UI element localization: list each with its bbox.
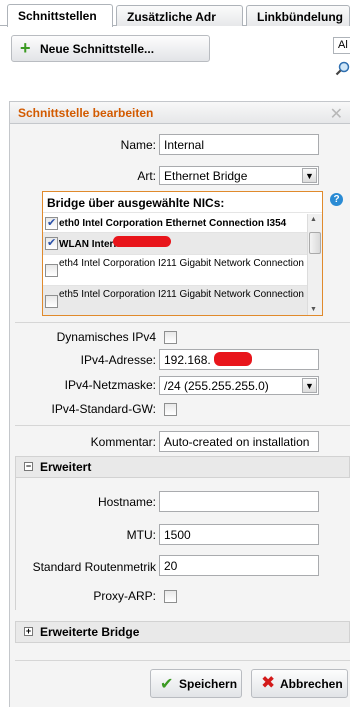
divider [15, 425, 350, 426]
nic-label: eth4 Intel Corporation I211 Gigabit Netw… [59, 258, 304, 269]
route-metric-field[interactable]: 20 [159, 555, 319, 576]
redaction-mark [113, 236, 171, 247]
ipv4-gw-checkbox[interactable] [164, 403, 177, 416]
filter-select-stub[interactable]: Al [333, 37, 350, 54]
filter-select-text: Al [338, 39, 348, 51]
redaction-mark [214, 352, 252, 366]
chevron-down-icon: ▼ [302, 378, 317, 393]
checkmark-icon: ✔ [160, 676, 174, 693]
scroll-down-icon[interactable]: ▼ [310, 306, 317, 313]
nic-list: Bridge über ausgewählte NICs: eth0 Intel… [42, 191, 323, 316]
nic-checkbox[interactable] [45, 295, 58, 308]
route-metric-label: Standard Routenmetrik [32, 560, 156, 574]
nic-list-header: Bridge über ausgewählte NICs: [43, 192, 322, 213]
nic-list-scrollbar[interactable]: ▲ ▼ [307, 214, 322, 315]
expand-icon[interactable]: + [24, 627, 33, 636]
divider [15, 660, 350, 661]
nic-label: eth0 Intel Corporation Ethernet Connecti… [59, 218, 287, 229]
close-icon: ✖ [261, 673, 276, 692]
ipv4-netmask-label: IPv4-Netzmaske: [64, 378, 156, 392]
advanced-bridge-section-title: Erweiterte Bridge [40, 625, 140, 639]
ipv4-address-value: 192.168. [164, 353, 211, 367]
save-button[interactable]: ✔ Speichern [150, 669, 242, 698]
nic-checkbox[interactable] [45, 264, 58, 277]
list-item[interactable]: eth0 Intel Corporation Ethernet Connecti… [43, 214, 307, 233]
collapse-icon[interactable]: − [24, 462, 33, 471]
mtu-label: MTU: [126, 528, 156, 542]
tab-label: Linkbündelung [257, 10, 343, 24]
divider [15, 322, 350, 323]
tab-label: Zusätzliche Adr [127, 10, 216, 24]
tab-zusaetzliche-adressen[interactable]: Zusätzliche Adr [116, 5, 243, 26]
advanced-section-title: Erweitert [40, 460, 92, 474]
plus-icon: + [20, 38, 31, 58]
chevron-down-icon: ▼ [302, 168, 317, 183]
type-label: Art: [137, 169, 156, 183]
hostname-label: Hostname: [97, 495, 156, 509]
proxy-arp-label: Proxy-ARP: [93, 589, 156, 603]
cancel-button[interactable]: ✖ Abbrechen [251, 669, 348, 698]
name-field[interactable]: Internal [159, 134, 319, 155]
ipv4-netmask-value: /24 (255.255.255.0) [164, 379, 269, 393]
comment-field[interactable]: Auto-created on installation [159, 431, 319, 452]
nic-checkbox[interactable] [45, 236, 58, 250]
ipv4-netmask-select[interactable]: /24 (255.255.255.0) ▼ [159, 376, 319, 395]
help-icon[interactable]: ? [330, 193, 343, 206]
dialog-title: Schnittstelle bearbeiten [18, 106, 154, 120]
ipv4-address-label: IPv4-Adresse: [80, 353, 156, 367]
nic-label: WLAN Intern [59, 239, 120, 250]
new-interface-label: Neue Schnittstelle... [40, 42, 155, 56]
list-item[interactable]: eth5 Intel Corporation I211 Gigabit Netw… [43, 286, 307, 315]
type-select[interactable]: Ethernet Bridge ▼ [159, 166, 319, 185]
search-icon[interactable] [335, 61, 350, 76]
cancel-label: Abbrechen [280, 677, 343, 691]
scrollbar-thumb[interactable] [309, 232, 321, 254]
nic-label: eth5 Intel Corporation I211 Gigabit Netw… [59, 289, 304, 300]
list-item[interactable]: WLAN Intern [43, 233, 307, 255]
type-select-value: Ethernet Bridge [164, 169, 248, 183]
ipv4-gw-label: IPv4-Standard-GW: [51, 402, 156, 416]
list-item[interactable]: eth4 Intel Corporation I211 Gigabit Netw… [43, 255, 307, 286]
dyn-ipv4-label: Dynamisches IPv4 [56, 330, 156, 344]
scroll-up-icon[interactable]: ▲ [310, 216, 317, 223]
tab-schnittstellen[interactable]: Schnittstellen [7, 4, 113, 27]
advanced-bridge-section-header[interactable]: + Erweiterte Bridge [15, 621, 350, 643]
nic-checkbox[interactable] [45, 216, 58, 230]
close-icon[interactable]: ✕ [330, 104, 343, 124]
mtu-field[interactable]: 1500 [159, 524, 319, 545]
hostname-field[interactable] [159, 491, 319, 512]
tab-bar: Schnittstellen Zusätzliche Adr Linkbünde… [0, 0, 350, 27]
tab-label: Schnittstellen [18, 9, 97, 23]
dyn-ipv4-checkbox[interactable] [164, 331, 177, 344]
dialog-title-bar: Schnittstelle bearbeiten ✕ [9, 101, 350, 124]
advanced-section-header[interactable]: − Erweitert [15, 456, 350, 478]
new-interface-button[interactable]: + Neue Schnittstelle... [11, 35, 210, 62]
proxy-arp-checkbox[interactable] [164, 590, 177, 603]
save-label: Speichern [179, 677, 238, 691]
tab-linkbuendelung[interactable]: Linkbündelung [246, 5, 350, 26]
comment-label: Kommentar: [90, 435, 156, 449]
name-label: Name: [120, 138, 156, 152]
